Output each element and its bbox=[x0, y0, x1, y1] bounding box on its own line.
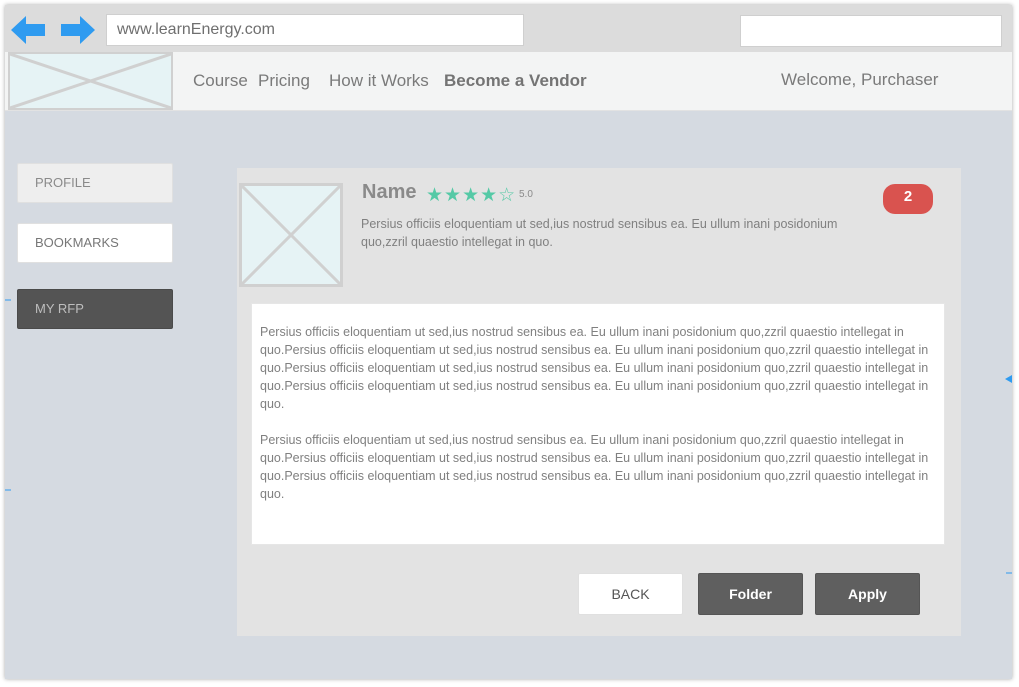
welcome-message: Welcome, Purchaser bbox=[781, 70, 939, 89]
apply-button[interactable]: Apply bbox=[815, 573, 920, 615]
nav-course-link[interactable]: Course bbox=[193, 71, 248, 91]
back-arrow-icon[interactable] bbox=[11, 14, 47, 46]
browser-window: www.learnEnergy.com Course Pricing How i… bbox=[5, 5, 1012, 679]
vendor-summary: Persius officiis eloquentiam ut sed,ius … bbox=[361, 217, 838, 249]
vendor-image-placeholder bbox=[239, 183, 343, 287]
folder-button[interactable]: Folder bbox=[698, 573, 803, 615]
browser-toolbar: www.learnEnergy.com bbox=[5, 5, 1012, 52]
nav-become-vendor-link[interactable]: Become a Vendor bbox=[444, 71, 587, 91]
forward-arrow-icon[interactable] bbox=[59, 14, 95, 46]
address-bar[interactable]: www.learnEnergy.com bbox=[106, 14, 524, 46]
notification-badge[interactable]: 2 bbox=[883, 184, 933, 214]
sidebar-item-bookmarks[interactable]: BOOKMARKS bbox=[17, 223, 173, 263]
description-paragraph: Persius officiis eloquentiam ut sed,ius … bbox=[260, 433, 929, 501]
connector-mark-left-lower bbox=[5, 489, 11, 491]
vendor-detail-card: Name ★★★★☆ 5.0 Persius officiis eloquent… bbox=[237, 168, 961, 636]
sidebar-item-profile[interactable]: PROFILE bbox=[17, 163, 173, 203]
back-button[interactable]: BACK bbox=[578, 573, 683, 615]
rating-value: 5.0 bbox=[519, 189, 533, 200]
browser-search-input[interactable] bbox=[740, 15, 1002, 47]
description-paragraph: Persius officiis eloquentiam ut sed,ius … bbox=[260, 325, 929, 411]
sidebar-item-my-rfp[interactable]: MY RFP bbox=[17, 289, 173, 329]
nav-pricing-link[interactable]: Pricing bbox=[258, 71, 310, 91]
nav-how-it-works-link[interactable]: How it Works bbox=[329, 71, 429, 91]
connector-arrow-right-upper bbox=[1005, 375, 1012, 383]
vendor-description: Persius officiis eloquentiam ut sed,ius … bbox=[251, 303, 945, 545]
vendor-name: Name bbox=[362, 181, 417, 203]
star-rating-icon: ★★★★☆ bbox=[426, 185, 517, 206]
connector-mark-right-lower bbox=[1006, 572, 1012, 574]
connector-mark-left-upper bbox=[5, 299, 11, 301]
site-header: Course Pricing How it Works Become a Ven… bbox=[5, 52, 1012, 111]
logo-placeholder-image[interactable] bbox=[8, 52, 173, 110]
